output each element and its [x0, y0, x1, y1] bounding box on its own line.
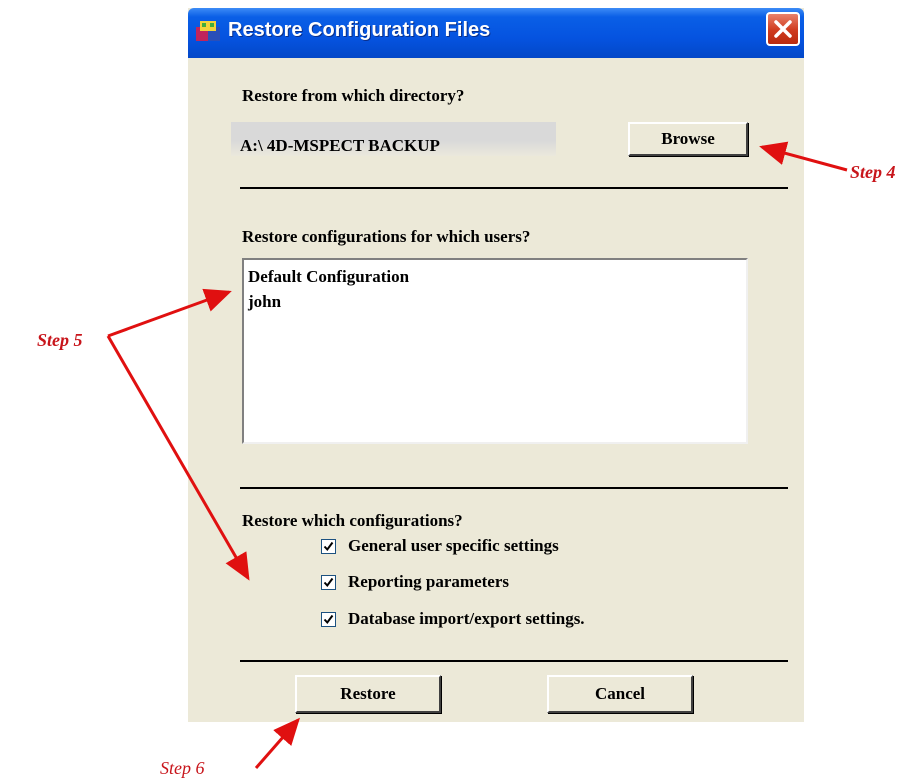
annotation-arrows [106, 141, 848, 769]
step4-arrow [759, 141, 848, 172]
step5-arrow-lower [106, 335, 250, 581]
step5-arrow-upper [107, 288, 232, 338]
step6-arrow [254, 717, 300, 769]
